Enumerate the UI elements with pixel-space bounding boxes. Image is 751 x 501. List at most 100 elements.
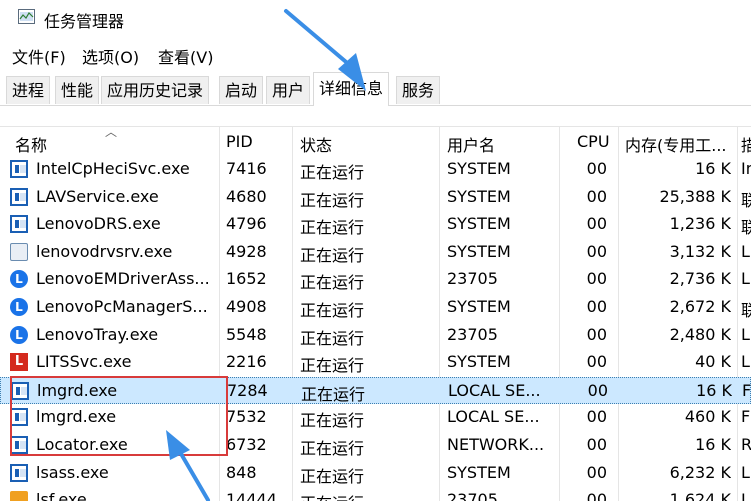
pid-cell: 848: [226, 462, 257, 482]
table-row[interactable]: LAVService.exe 4680 正在运行 SYSTEM 00 25,388 K 联: [0, 184, 751, 211]
status-cell: 正在运行: [300, 245, 365, 265]
pid-cell: 7416: [226, 159, 267, 178]
sort-ascending-icon: ︿: [105, 126, 118, 139]
memory-cell: 16 K: [696, 380, 732, 400]
username-cell: LOCAL SE...: [448, 380, 541, 400]
description-cell: L: [741, 462, 750, 482]
menu-file[interactable]: 文件(F): [12, 44, 66, 68]
cpu-cell: 00: [586, 352, 607, 372]
username-cell: LOCAL SE...: [447, 407, 540, 427]
menu-options[interactable]: 选项(O): [82, 44, 139, 68]
username-cell: 23705: [447, 269, 498, 289]
tab-performance[interactable]: 性能: [55, 76, 100, 104]
window-icon: [10, 463, 28, 482]
description-cell: L: [741, 269, 750, 289]
username-cell: NETWORK...: [447, 435, 545, 454]
status-cell: 正在运行: [300, 356, 365, 376]
table-row[interactable]: lenovodrvsrv.exe 4928 正在运行 SYSTEM 00 3,132 K L: [0, 239, 751, 266]
column-header-cpu[interactable]: CPU: [577, 132, 610, 151]
cpu-cell: 00: [586, 214, 607, 234]
status-cell: 正在运行: [300, 490, 435, 501]
username-cell: SYSTEM: [447, 352, 511, 372]
menu-bar: 文件(F) 选项(O) 查看(V): [0, 40, 751, 68]
status-cell: 正在运行: [300, 273, 365, 293]
pid-cell: 4908: [226, 297, 267, 316]
table-row[interactable]: L LITSSvc.exe 2216 正在运行 SYSTEM 00 40 K L: [0, 349, 751, 376]
pid-cell: 6732: [226, 435, 267, 454]
status-cell: 正在运行: [301, 384, 366, 404]
status-cell: 正在运行: [300, 301, 365, 320]
process-name: lenovodrvsrv.exe: [36, 241, 173, 261]
status-cell: 正在运行: [300, 163, 365, 182]
cpu-cell: 00: [586, 269, 607, 289]
memory-cell: 1,624 K: [669, 490, 731, 501]
memory-cell: 16 K: [695, 159, 731, 178]
pid-cell: 2216: [226, 352, 267, 372]
title-bar: 任务管理器: [0, 0, 751, 36]
description-cell: R: [741, 435, 751, 454]
table-header: ︿ 名称 PID 状态 用户名 CPU 内存(专用工... 描: [0, 126, 751, 159]
orange-icon: [10, 491, 28, 501]
description-cell: 联: [741, 301, 751, 320]
cpu-cell: 00: [586, 159, 607, 178]
description-cell: L: [741, 352, 750, 372]
status-cell: 正在运行: [300, 439, 365, 458]
cpu-cell: 00: [586, 435, 607, 454]
tab-processes[interactable]: 进程: [6, 76, 51, 104]
memory-cell: 40 K: [695, 352, 731, 372]
annotation-arrow-bottom: [166, 430, 210, 501]
cpu-cell: 00: [586, 186, 607, 206]
memory-cell: 6,232 K: [669, 462, 731, 482]
username-cell: SYSTEM: [447, 462, 511, 482]
table-row[interactable]: L LenovoEMDriverAss... 1652 正在运行 23705 00 2,73…: [0, 266, 751, 293]
username-cell: SYSTEM: [447, 186, 511, 206]
description-cell: L: [741, 324, 750, 344]
tab-strip: 进程 性能 应用历史记录 启动 用户 详细信息 服务: [0, 72, 751, 106]
cpu-cell: 00: [586, 324, 607, 344]
description-cell: 联: [741, 218, 751, 238]
column-header-status[interactable]: 状态: [300, 132, 332, 156]
cpu-cell: 00: [587, 380, 608, 400]
cpu-cell: 00: [586, 490, 607, 501]
table-row[interactable]: IntelCpHeciSvc.exe 7416 正在运行 SYSTEM 00 16 K In: [0, 156, 751, 183]
menu-view[interactable]: 查看(V): [158, 44, 213, 68]
username-cell: 23705: [447, 490, 498, 501]
column-header-pid[interactable]: PID: [226, 132, 253, 151]
memory-cell: 3,132 K: [669, 241, 731, 261]
tab-app-history[interactable]: 应用历史记录: [101, 76, 210, 104]
task-manager-icon: [18, 9, 35, 24]
description-cell: F: [741, 407, 751, 427]
column-header-description[interactable]: 描: [741, 132, 751, 156]
memory-cell: 2,672 K: [669, 297, 731, 316]
table-row[interactable]: L LenovoPcManagerS... 4908 正在运行 SYSTEM 00 2,67…: [0, 294, 751, 321]
memory-cell: 25,388 K: [659, 186, 731, 206]
lenovo-icon: L: [10, 270, 28, 289]
table-row[interactable]: LenovoDRS.exe 4796 正在运行 SYSTEM 00 1,236 K 联: [0, 211, 751, 238]
process-name: IntelCpHeciSvc.exe: [36, 159, 190, 178]
process-name: LenovoTray.exe: [36, 324, 159, 344]
window-title: 任务管理器: [44, 12, 125, 31]
username-cell: SYSTEM: [447, 214, 511, 234]
pid-cell: 1652: [226, 269, 267, 289]
username-cell: SYSTEM: [447, 297, 511, 316]
process-name: LITSSvc.exe: [36, 352, 132, 372]
lenovo-icon: L: [10, 298, 28, 316]
table-row[interactable]: L LenovoTray.exe 5548 正在运行 23705 00 2,480 K L: [0, 322, 751, 349]
table-row[interactable]: lsass.exe 848 正在运行 SYSTEM 00 6,232 KL: [0, 460, 751, 487]
table-row[interactable]: lsf.exe14444正在运行23705001,624 KL: [0, 487, 751, 501]
window-icon: [10, 187, 28, 206]
pid-cell: 7284: [227, 380, 268, 400]
process-name: LenovoPcManagerS...: [36, 297, 208, 316]
description-cell: L: [741, 241, 750, 261]
tab-startup[interactable]: 启动: [219, 76, 264, 104]
cpu-cell: 00: [586, 407, 607, 427]
column-header-name[interactable]: 名称: [15, 132, 47, 156]
gear-icon: [10, 242, 28, 261]
column-header-username[interactable]: 用户名: [447, 132, 495, 156]
status-cell: 正在运行: [300, 411, 365, 431]
pid-cell: 14444: [226, 490, 277, 501]
column-header-memory[interactable]: 内存(专用工...: [625, 132, 727, 156]
pid-cell: 5548: [226, 324, 267, 344]
pid-cell: 4928: [226, 241, 267, 261]
tab-services[interactable]: 服务: [396, 76, 441, 104]
